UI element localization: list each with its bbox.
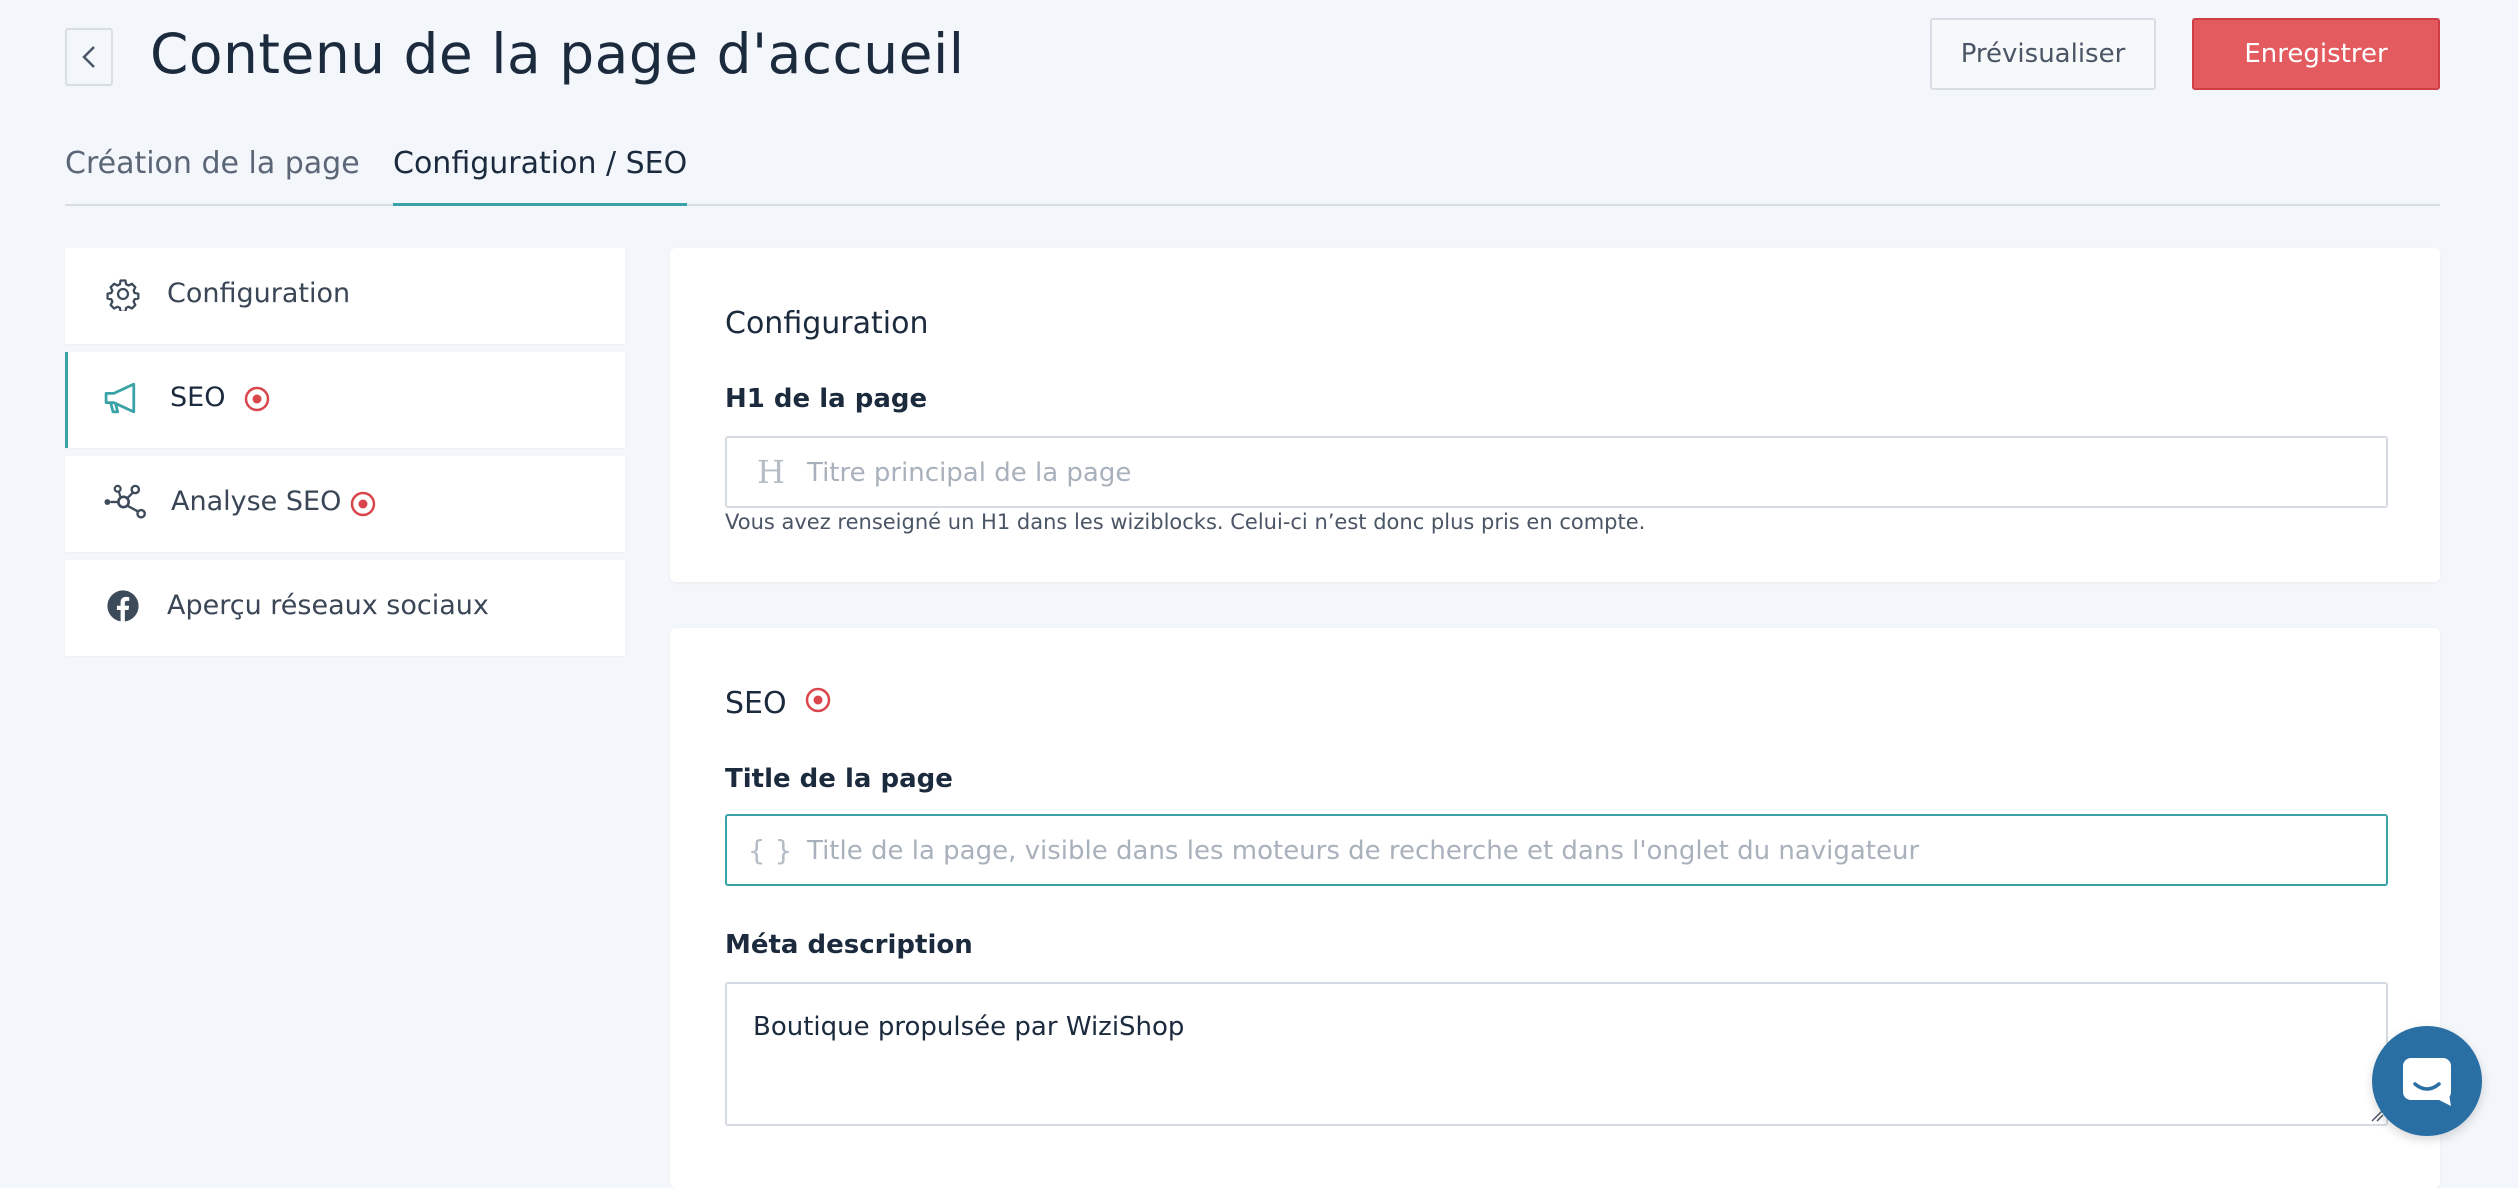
save-button[interactable]: Enregistrer: [2192, 18, 2440, 90]
gear-icon: [103, 274, 143, 314]
megaphone-icon: [103, 378, 143, 418]
braces-icon: { }: [747, 833, 793, 867]
sidebar-item-label: SEO: [170, 382, 226, 413]
page-title: Contenu de la page d'accueil: [150, 22, 965, 86]
alert-target-icon: [243, 385, 271, 413]
configuration-card: Configuration H1 de la page H Titre prin…: [670, 248, 2440, 582]
seo-card-title: SEO: [725, 686, 787, 721]
page-title-placeholder: Title de la page, visible dans les moteu…: [807, 836, 1920, 866]
sidebar-item-label: Configuration: [167, 278, 351, 309]
configuration-card-title: Configuration: [725, 306, 929, 341]
sidebar-item-label: Aperçu réseaux sociaux: [167, 590, 489, 621]
sidebar-item-seo[interactable]: SEO: [65, 352, 625, 448]
h1-input[interactable]: H Titre principal de la page: [725, 436, 2388, 508]
sidebar-item-configuration[interactable]: Configuration: [65, 248, 625, 344]
heading-icon: H: [757, 453, 785, 491]
tab-page-creation[interactable]: Création de la page: [65, 146, 360, 204]
sidebar-item-label: Analyse SEO: [171, 486, 342, 517]
sidebar-item-seo-analysis[interactable]: Analyse SEO: [65, 456, 625, 552]
meta-description-label: Méta description: [725, 930, 973, 960]
chat-launcher-button[interactable]: [2372, 1026, 2482, 1136]
alert-target-icon: [804, 686, 832, 714]
page-header: Contenu de la page d'accueil Prévisualis…: [0, 0, 2518, 120]
network-icon: [103, 482, 147, 522]
back-button[interactable]: [65, 28, 113, 86]
chat-icon: [2403, 1058, 2451, 1106]
seo-card: SEO Title de la page { } Title de la pag…: [670, 628, 2440, 1188]
h1-help-text: Vous avez renseigné un H1 dans les wizib…: [725, 510, 1646, 534]
page-title-input[interactable]: { } Title de la page, visible dans les m…: [725, 814, 2388, 886]
h1-label: H1 de la page: [725, 384, 928, 414]
sidebar-item-social-preview[interactable]: Aperçu réseaux sociaux: [65, 560, 625, 656]
page-title-label: Title de la page: [725, 764, 953, 794]
h1-placeholder: Titre principal de la page: [807, 458, 1132, 488]
preview-button[interactable]: Prévisualiser: [1930, 18, 2156, 90]
meta-description-value: Boutique propulsée par WiziShop: [753, 1012, 1185, 1042]
alert-target-icon: [349, 490, 377, 518]
meta-description-textarea[interactable]: Boutique propulsée par WiziShop: [725, 982, 2388, 1126]
tab-configuration-seo[interactable]: Configuration / SEO: [393, 146, 688, 206]
chevron-left-icon: [82, 46, 95, 68]
facebook-icon: [103, 586, 143, 626]
tab-bar: Création de la page Configuration / SEO: [65, 146, 2440, 206]
